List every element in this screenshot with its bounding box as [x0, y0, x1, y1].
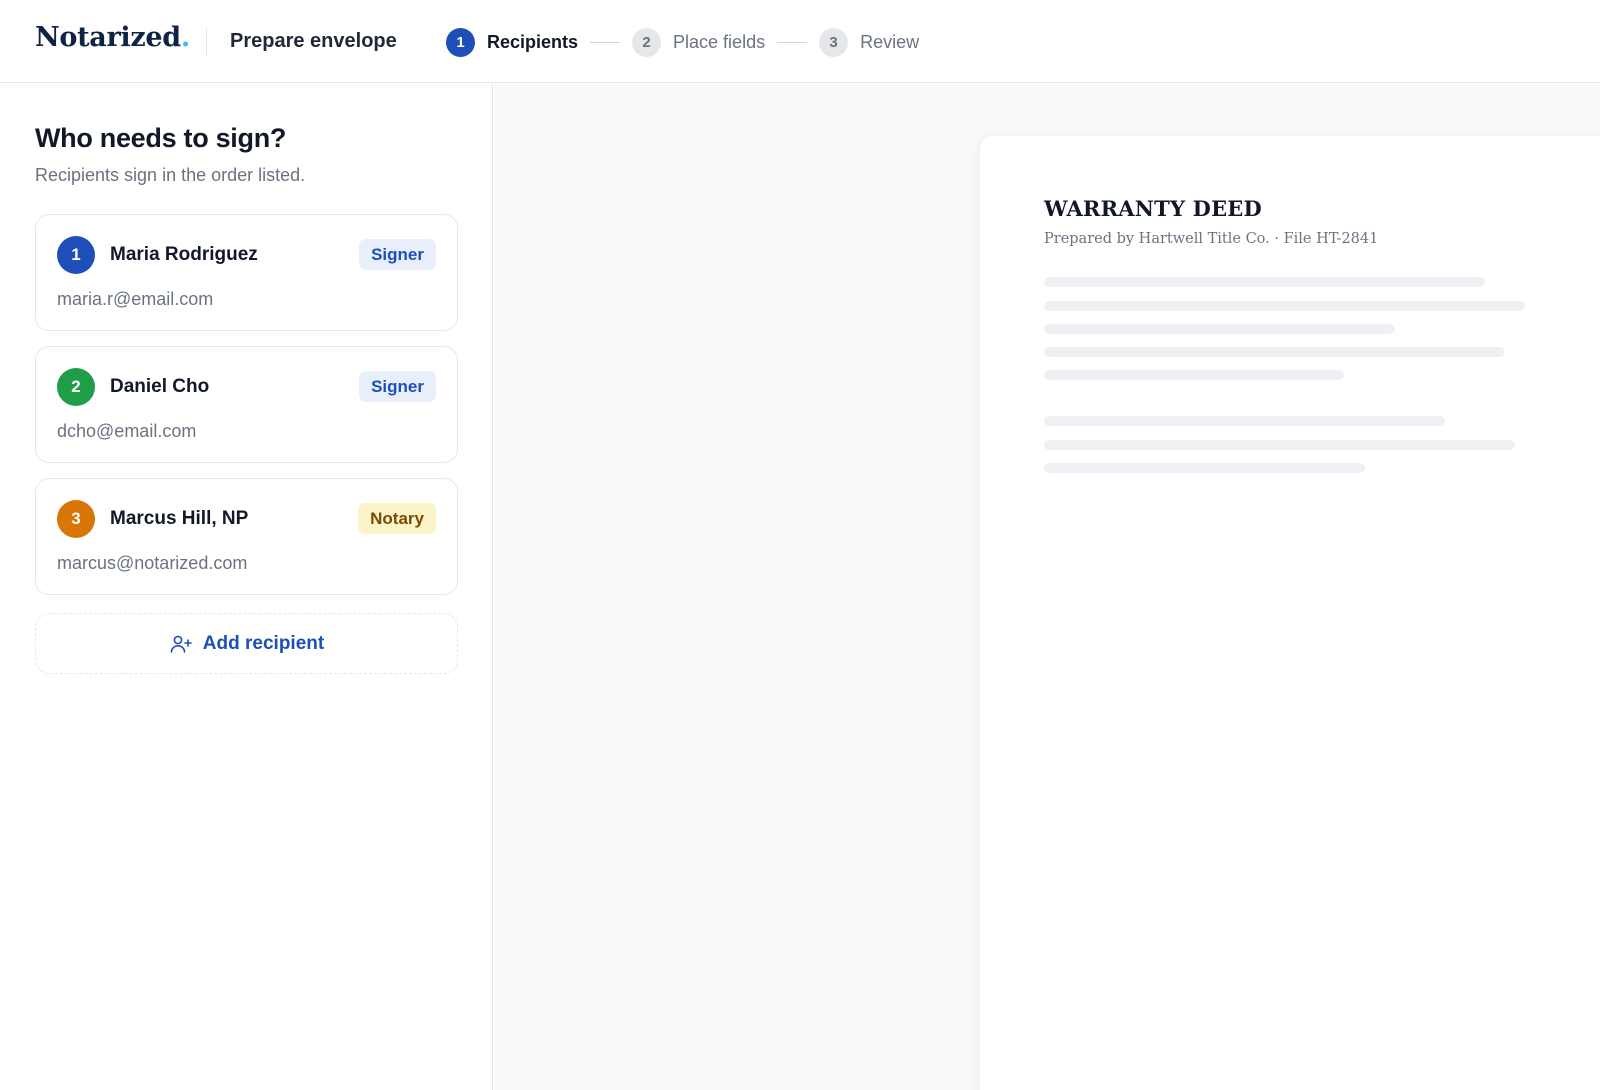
- role-badge[interactable]: Notary: [358, 503, 436, 534]
- step-label: Place fields: [673, 31, 766, 52]
- panel-subheading: Recipients sign in the order listed.: [35, 165, 306, 185]
- step-number: 3: [819, 27, 849, 57]
- step-place-fields[interactable]: 2 Place fields: [632, 27, 766, 57]
- recipient-name: Marcus Hill, NP: [110, 508, 249, 529]
- text-placeholder-line: [1044, 277, 1485, 287]
- text-placeholder-line: [1044, 347, 1505, 357]
- recipient-list: 1 Maria Rodriguez Signer maria.r@email.c…: [35, 214, 458, 674]
- step-label: Review: [860, 31, 920, 52]
- recipient-name: Maria Rodriguez: [110, 244, 258, 265]
- text-placeholder-line: [1044, 301, 1525, 311]
- recipient-order-badge: 1: [57, 236, 95, 274]
- role-badge[interactable]: Signer: [359, 371, 436, 402]
- user-plus-icon: [170, 635, 192, 653]
- text-placeholder-line: [1044, 370, 1344, 380]
- document-canvas: WARRANTY DEED Prepared by Hartwell Title…: [494, 83, 1600, 1090]
- step-connector: [777, 41, 808, 43]
- top-header: Notarized. Prepare envelope 1 Recipients…: [0, 0, 1600, 83]
- step-label: Recipients: [487, 31, 579, 52]
- header-divider: [206, 27, 207, 57]
- step-recipients[interactable]: 1 Recipients: [446, 27, 579, 57]
- step-connector: [590, 41, 621, 43]
- text-placeholder-line: [1044, 416, 1445, 426]
- page-title: Prepare envelope: [230, 30, 397, 52]
- document-subtitle: Prepared by Hartwell Title Co. · File HT…: [1044, 231, 1379, 247]
- recipient-card[interactable]: 2 Daniel Cho Signer dcho@email.com: [35, 346, 458, 463]
- add-recipient-button[interactable]: Add recipient: [35, 613, 458, 674]
- brand-logo[interactable]: Notarized.: [35, 22, 190, 53]
- step-number: 1: [446, 27, 475, 57]
- panel-heading: Who needs to sign?: [35, 123, 287, 153]
- document-title: WARRANTY DEED: [1044, 196, 1262, 221]
- text-placeholder-line: [1044, 463, 1365, 473]
- recipient-card[interactable]: 1 Maria Rodriguez Signer maria.r@email.c…: [35, 214, 458, 331]
- step-number: 2: [632, 27, 662, 57]
- progress-stepper: 1 Recipients 2 Place fields 3 Review: [446, 27, 919, 57]
- add-recipient-label: Add recipient: [202, 632, 325, 654]
- text-placeholder-line: [1044, 440, 1515, 450]
- recipient-email: dcho@email.com: [57, 421, 197, 441]
- recipient-order-badge: 2: [57, 368, 95, 406]
- step-review[interactable]: 3 Review: [819, 27, 920, 57]
- document-page[interactable]: WARRANTY DEED Prepared by Hartwell Title…: [980, 136, 1600, 1090]
- recipient-order-badge: 3: [57, 500, 95, 538]
- recipient-email: marcus@notarized.com: [57, 553, 248, 573]
- role-badge[interactable]: Signer: [359, 239, 436, 270]
- recipient-email: maria.r@email.com: [57, 289, 214, 309]
- recipient-card[interactable]: 3 Marcus Hill, NP Notary marcus@notarize…: [35, 478, 458, 595]
- recipient-name: Daniel Cho: [110, 376, 210, 397]
- text-placeholder-line: [1044, 324, 1395, 334]
- recipients-panel: Who needs to sign? Recipients sign in th…: [0, 83, 493, 1090]
